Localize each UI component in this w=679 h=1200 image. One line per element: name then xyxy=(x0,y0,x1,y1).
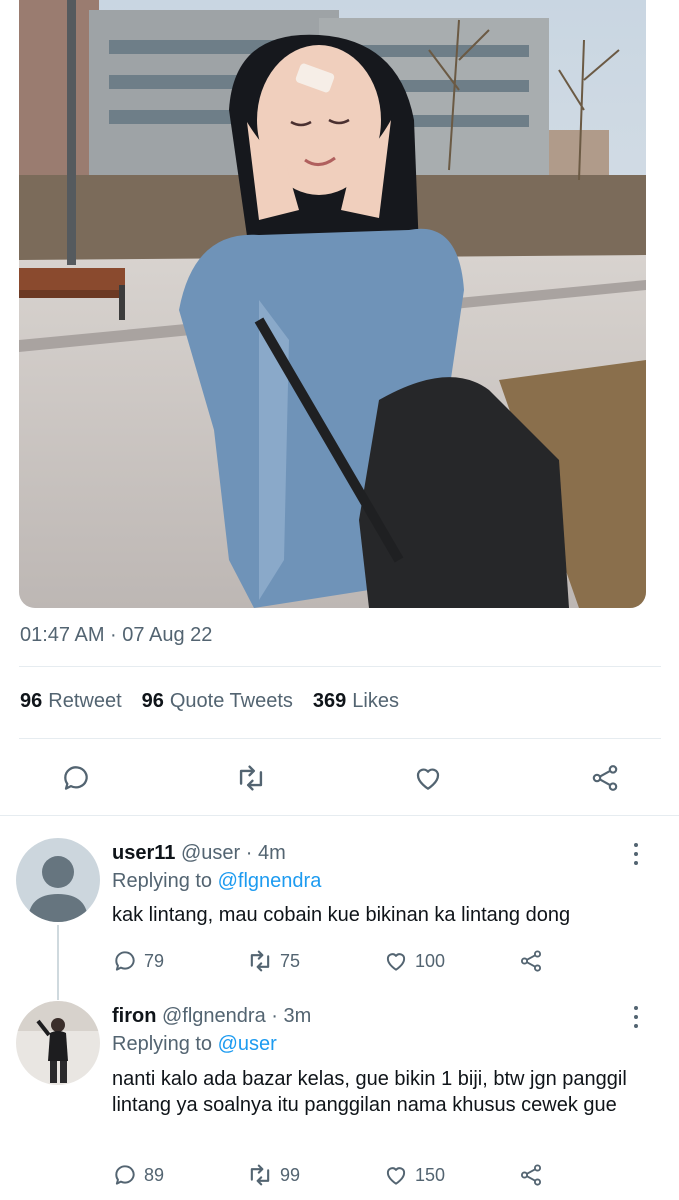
quote-label: Quote Tweets xyxy=(169,690,293,712)
mention-link[interactable]: @user xyxy=(218,1033,277,1055)
retweet-count: 75 xyxy=(280,950,301,971)
default-avatar-icon xyxy=(16,838,100,922)
user-handle[interactable]: @flgnendra xyxy=(162,1005,266,1027)
like-icon xyxy=(386,1167,406,1185)
quote-count-link[interactable]: 96 Quote Tweets xyxy=(142,690,293,713)
reply-action-bar: 89 99 150 xyxy=(112,1160,632,1190)
share-button[interactable] xyxy=(585,758,625,798)
share-button[interactable] xyxy=(518,946,544,976)
reply-icon xyxy=(64,766,88,790)
reply-button[interactable]: 79 xyxy=(112,946,164,976)
retweet-button[interactable] xyxy=(231,758,271,798)
reply-icon xyxy=(115,951,135,971)
like-button[interactable]: 100 xyxy=(383,946,445,976)
share-icon xyxy=(520,950,542,972)
reply-icon xyxy=(115,1165,135,1185)
like-count: 369 xyxy=(312,690,347,712)
replying-label: Replying to xyxy=(112,1033,213,1055)
avatar[interactable] xyxy=(16,838,100,922)
reply-count: 79 xyxy=(144,950,165,971)
reply-header: firon @flgnendra · 3m xyxy=(112,1005,311,1028)
divider xyxy=(0,815,679,816)
share-icon xyxy=(520,1164,542,1186)
tweet-timestamp[interactable]: 01:47 AM · 07 Aug 22 xyxy=(20,624,212,647)
replying-to: Replying to @user xyxy=(112,1033,277,1056)
display-name[interactable]: firon xyxy=(112,1005,156,1027)
share-icon xyxy=(592,765,618,791)
tweet-stats: 96 Retweet 96 Quote Tweets 369 Likes xyxy=(20,690,399,713)
avatar[interactable] xyxy=(16,1001,100,1085)
reply-button[interactable] xyxy=(56,758,96,798)
reply-count: 89 xyxy=(144,1164,165,1185)
replying-label: Replying to xyxy=(112,870,213,892)
retweet-count: 96 xyxy=(20,690,43,712)
retweet-icon xyxy=(239,765,263,791)
reply-text: nanti kalo ada bazar kelas, gue bikin 1 … xyxy=(112,1068,627,1116)
thread-connector xyxy=(57,925,59,1000)
retweet-count: 99 xyxy=(280,1164,301,1185)
retweet-icon xyxy=(250,1164,270,1186)
tweet-action-bar xyxy=(0,758,679,798)
reply-time[interactable]: · 3m xyxy=(271,1005,311,1027)
retweet-count-link[interactable]: 96 Retweet xyxy=(20,690,122,713)
reply-time[interactable]: · 4m xyxy=(246,842,286,864)
like-label: Likes xyxy=(352,690,399,712)
like-count: 100 xyxy=(415,950,446,971)
reply-header: user11 @user · 4m xyxy=(112,842,286,865)
like-count: 150 xyxy=(415,1164,446,1185)
more-options-icon[interactable] xyxy=(626,1003,646,1031)
retweet-button[interactable]: 75 xyxy=(246,946,300,976)
display-name[interactable]: user11 xyxy=(112,842,175,864)
retweet-label: Retweet xyxy=(48,690,122,712)
mention-link[interactable]: @flgnendra xyxy=(218,870,322,892)
divider xyxy=(19,738,661,739)
retweet-button[interactable]: 99 xyxy=(246,1160,300,1190)
reply-action-bar: 79 75 100 xyxy=(112,946,632,976)
reply-button[interactable]: 89 xyxy=(112,1160,164,1190)
retweet-icon xyxy=(250,950,270,972)
user-handle[interactable]: @user xyxy=(181,842,240,864)
like-button[interactable] xyxy=(408,758,448,798)
tweet-photo-image xyxy=(19,0,646,608)
quote-count: 96 xyxy=(141,690,164,712)
replying-to: Replying to @flgnendra xyxy=(112,870,321,893)
reply-text: kak lintang, mau cobain kue bikinan ka l… xyxy=(112,904,571,926)
like-icon xyxy=(386,953,406,971)
like-count-link[interactable]: 369 Likes xyxy=(313,690,399,713)
tweet-photo[interactable] xyxy=(19,0,646,608)
profile-photo xyxy=(16,1001,100,1085)
like-icon xyxy=(416,768,440,790)
share-button[interactable] xyxy=(518,1160,544,1190)
like-button[interactable]: 150 xyxy=(383,1160,445,1190)
divider xyxy=(19,666,661,667)
more-options-icon[interactable] xyxy=(626,840,646,868)
